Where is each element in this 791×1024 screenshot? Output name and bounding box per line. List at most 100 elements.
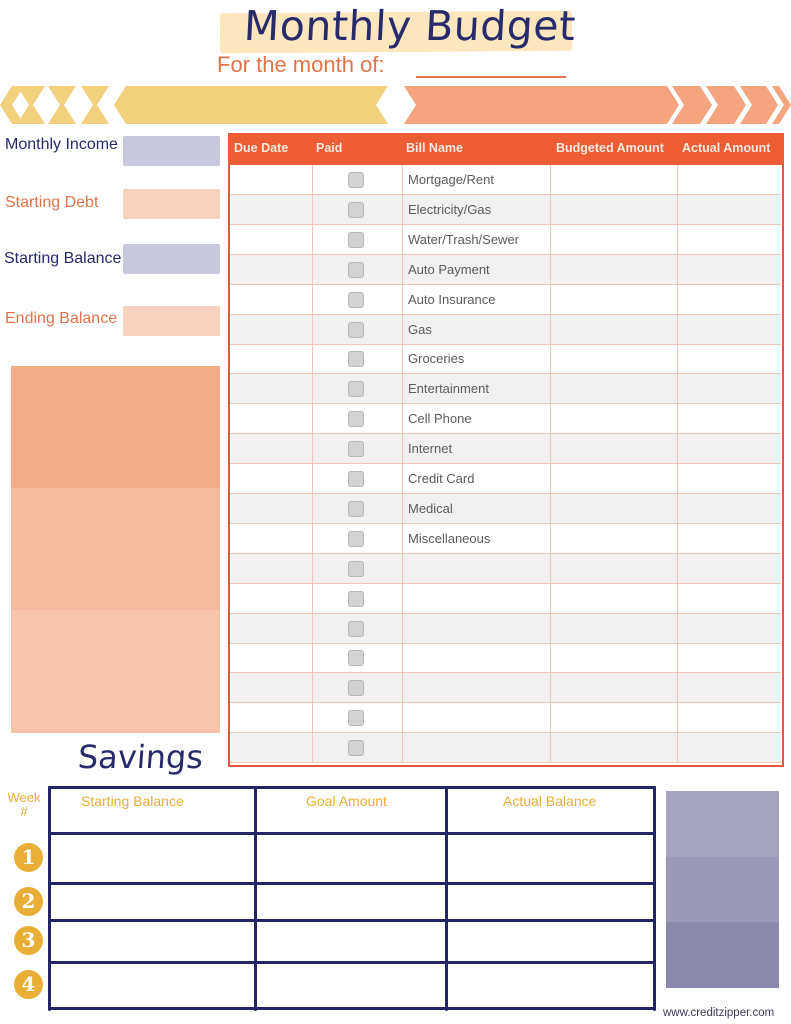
- budgeted-amount-cell[interactable]: [551, 285, 677, 314]
- actual-amount-cell[interactable]: [678, 673, 781, 702]
- budgeted-amount-cell[interactable]: [551, 434, 677, 463]
- actual-amount-cell[interactable]: [678, 614, 781, 643]
- budgeted-amount-cell[interactable]: [551, 404, 677, 433]
- actual-amount-cell[interactable]: [678, 225, 781, 254]
- savings-block-2[interactable]: [666, 857, 779, 922]
- bill-name-cell[interactable]: Gas: [408, 322, 432, 337]
- actual-amount-cell[interactable]: [678, 374, 781, 403]
- actual-amount-cell[interactable]: [678, 404, 781, 433]
- actual-amount-cell[interactable]: [678, 524, 781, 553]
- paid-checkbox[interactable]: [348, 500, 364, 517]
- budgeted-amount-cell[interactable]: [551, 165, 677, 194]
- notes-block-1[interactable]: [11, 366, 220, 488]
- actual-amount-cell[interactable]: [678, 434, 781, 463]
- actual-amount-cell[interactable]: [678, 165, 781, 194]
- paid-checkbox[interactable]: [348, 261, 364, 278]
- month-input-line[interactable]: [416, 76, 566, 78]
- bill-name-cell[interactable]: Entertainment: [408, 381, 489, 396]
- actual-amount-cell[interactable]: [678, 315, 781, 344]
- due-date-cell[interactable]: [230, 344, 312, 373]
- due-date-cell[interactable]: [230, 554, 312, 583]
- actual-amount-cell[interactable]: [678, 643, 781, 672]
- savings-starting-cell[interactable]: [51, 964, 256, 1006]
- actual-amount-cell[interactable]: [678, 703, 781, 732]
- savings-actual-cell[interactable]: [448, 835, 653, 881]
- paid-checkbox[interactable]: [348, 381, 364, 398]
- due-date-cell[interactable]: [230, 225, 312, 254]
- due-date-cell[interactable]: [230, 285, 312, 314]
- bill-name-cell[interactable]: Auto Payment: [408, 262, 490, 277]
- actual-amount-cell[interactable]: [678, 285, 781, 314]
- bill-name-cell[interactable]: Auto Insurance: [408, 292, 495, 307]
- bill-name-cell[interactable]: Electricity/Gas: [408, 202, 491, 217]
- savings-actual-cell[interactable]: [448, 885, 653, 918]
- budgeted-amount-cell[interactable]: [551, 225, 677, 254]
- paid-checkbox[interactable]: [348, 680, 364, 697]
- due-date-cell[interactable]: [230, 195, 312, 224]
- bill-name-cell[interactable]: Miscellaneous: [408, 531, 490, 546]
- savings-goal-cell[interactable]: [257, 885, 447, 918]
- actual-amount-cell[interactable]: [678, 464, 781, 493]
- bill-name-cell[interactable]: Water/Trash/Sewer: [408, 232, 519, 247]
- actual-amount-cell[interactable]: [678, 344, 781, 373]
- paid-checkbox[interactable]: [348, 560, 364, 577]
- budgeted-amount-cell[interactable]: [551, 255, 677, 284]
- budgeted-amount-cell[interactable]: [551, 673, 677, 702]
- savings-block-1[interactable]: [666, 791, 779, 857]
- actual-amount-cell[interactable]: [678, 494, 781, 523]
- budgeted-amount-cell[interactable]: [551, 703, 677, 732]
- due-date-cell[interactable]: [230, 524, 312, 553]
- notes-block-3[interactable]: [11, 610, 220, 733]
- due-date-cell[interactable]: [230, 255, 312, 284]
- due-date-cell[interactable]: [230, 404, 312, 433]
- due-date-cell[interactable]: [230, 733, 312, 762]
- starting-debt-field[interactable]: [123, 189, 220, 219]
- budgeted-amount-cell[interactable]: [551, 494, 677, 523]
- bill-name-cell[interactable]: Internet: [408, 441, 452, 456]
- budgeted-amount-cell[interactable]: [551, 614, 677, 643]
- savings-starting-cell[interactable]: [51, 885, 256, 918]
- actual-amount-cell[interactable]: [678, 733, 781, 762]
- budgeted-amount-cell[interactable]: [551, 643, 677, 672]
- savings-block-3[interactable]: [666, 922, 779, 988]
- budgeted-amount-cell[interactable]: [551, 733, 677, 762]
- budgeted-amount-cell[interactable]: [551, 374, 677, 403]
- paid-checkbox[interactable]: [348, 291, 364, 308]
- paid-checkbox[interactable]: [348, 411, 364, 428]
- paid-checkbox[interactable]: [348, 740, 364, 757]
- ending-balance-field[interactable]: [123, 306, 220, 336]
- actual-amount-cell[interactable]: [678, 255, 781, 284]
- due-date-cell[interactable]: [230, 494, 312, 523]
- notes-block-2[interactable]: [11, 488, 220, 610]
- paid-checkbox[interactable]: [348, 231, 364, 248]
- bill-name-cell[interactable]: Mortgage/Rent: [408, 172, 494, 187]
- budgeted-amount-cell[interactable]: [551, 554, 677, 583]
- budgeted-amount-cell[interactable]: [551, 584, 677, 613]
- paid-checkbox[interactable]: [348, 351, 364, 368]
- paid-checkbox[interactable]: [348, 620, 364, 637]
- paid-checkbox[interactable]: [348, 590, 364, 607]
- actual-amount-cell[interactable]: [678, 195, 781, 224]
- due-date-cell[interactable]: [230, 165, 312, 194]
- savings-actual-cell[interactable]: [448, 922, 653, 960]
- budgeted-amount-cell[interactable]: [551, 524, 677, 553]
- savings-starting-cell[interactable]: [51, 835, 256, 881]
- due-date-cell[interactable]: [230, 703, 312, 732]
- paid-checkbox[interactable]: [348, 471, 364, 487]
- savings-actual-cell[interactable]: [448, 964, 653, 1006]
- savings-goal-cell[interactable]: [257, 964, 447, 1006]
- budgeted-amount-cell[interactable]: [551, 195, 677, 224]
- actual-amount-cell[interactable]: [678, 584, 781, 613]
- bill-name-cell[interactable]: Medical: [408, 501, 453, 516]
- paid-checkbox[interactable]: [348, 201, 364, 218]
- savings-starting-cell[interactable]: [51, 922, 256, 960]
- paid-checkbox[interactable]: [348, 172, 364, 188]
- budgeted-amount-cell[interactable]: [551, 315, 677, 344]
- paid-checkbox[interactable]: [348, 441, 364, 458]
- bill-name-cell[interactable]: Cell Phone: [408, 411, 472, 426]
- paid-checkbox[interactable]: [348, 710, 364, 727]
- due-date-cell[interactable]: [230, 673, 312, 702]
- paid-checkbox[interactable]: [348, 530, 364, 547]
- paid-checkbox[interactable]: [348, 321, 364, 338]
- due-date-cell[interactable]: [230, 643, 312, 672]
